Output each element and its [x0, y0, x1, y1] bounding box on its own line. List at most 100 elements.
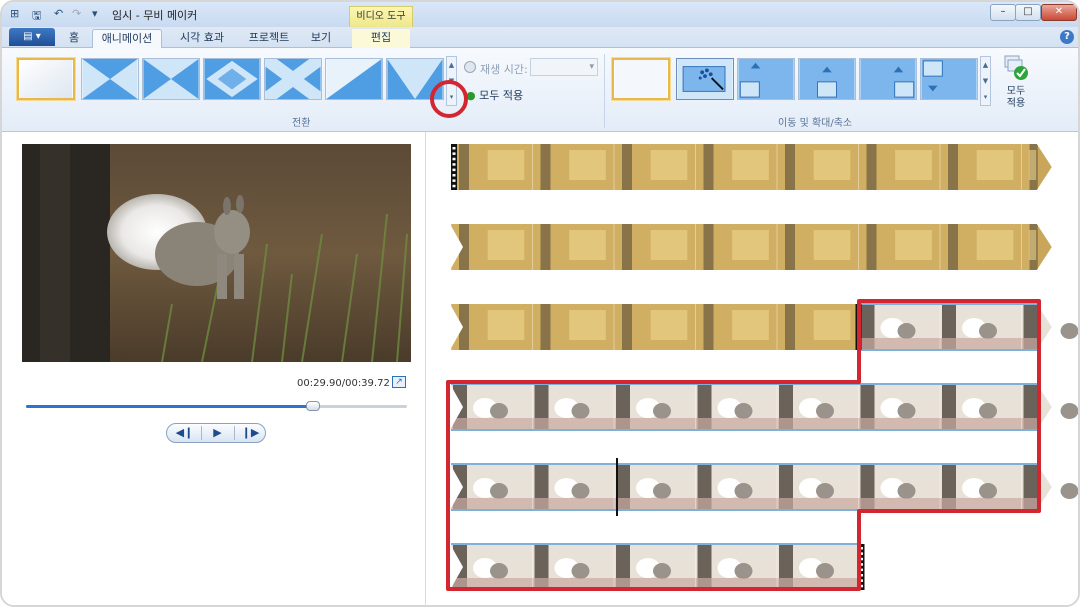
transition-none-thumbnail[interactable] — [17, 58, 75, 100]
transition-diagonal-wipe-thumbnail[interactable] — [325, 58, 383, 100]
apply-all-stack-icon — [1004, 55, 1028, 80]
transition-bowtie-thumbnail[interactable] — [142, 58, 200, 100]
clip-frame-squirrel — [979, 403, 997, 419]
clip-frame-tree — [622, 224, 632, 270]
clip-frame-light — [650, 150, 688, 180]
sprocket-hole — [452, 147, 456, 150]
clip-frame-light — [569, 230, 606, 260]
storyboard-pane — [427, 132, 1080, 607]
pan-gallery-down-icon[interactable]: ▼ — [981, 73, 990, 89]
app-icon: ⊞ — [10, 7, 20, 20]
tab-home[interactable]: 홈 — [62, 29, 86, 48]
quick-access-dropdown-icon[interactable]: ▾ — [92, 7, 98, 20]
save-icon[interactable]: 🖫 — [32, 7, 41, 26]
tab-project[interactable]: 프로젝트 — [242, 29, 296, 48]
tab-view[interactable]: 보기 — [306, 29, 336, 48]
clip-frame-squirrel — [734, 563, 753, 579]
pan-zoom-gallery-scroll[interactable]: ▲ ▼ ▾ — [980, 56, 991, 106]
pan-gallery-more-icon[interactable]: ▾ — [981, 89, 990, 105]
clip-frame-ground — [940, 338, 1022, 350]
tab-edit[interactable]: 편집 — [352, 29, 410, 48]
clip-frame-light — [813, 230, 851, 260]
previous-frame-button[interactable]: ◀❙ — [168, 424, 201, 442]
pan-zoom-up-center-thumbnail[interactable] — [798, 58, 856, 100]
transition-diagonal-cross-thumbnail[interactable] — [81, 58, 139, 100]
clip-frame-squirrel — [734, 483, 753, 499]
time-readout: 00:29.90/00:39.72 — [297, 378, 390, 389]
clip-frame-squirrel — [571, 563, 590, 579]
close-button[interactable]: ✕ — [1041, 4, 1077, 21]
clip-frame-squirrel — [1060, 483, 1078, 499]
clip-frame-ground — [614, 418, 696, 430]
clip-frame-squirrel — [816, 403, 834, 419]
clip-frame-ground — [940, 498, 1022, 510]
seek-bar-thumb[interactable] — [305, 401, 320, 411]
duration-select[interactable]: ▾ — [530, 58, 598, 76]
sprocket-hole — [452, 152, 456, 155]
sprocket-hole — [452, 163, 456, 166]
clip-frame-tree — [866, 144, 877, 190]
storyboard-timeline[interactable] — [427, 132, 1080, 607]
clip-frame-ground — [451, 498, 533, 510]
clip-frame-light — [732, 230, 769, 260]
pan-zoom-up-left-thumbnail[interactable] — [737, 58, 795, 100]
movie-maker-window: ⊞ 🖫 ↶ ↷ ▾ 임시 - 무비 메이커 비디오 도구 – □ ✕ ▤ ▾ 홈… — [0, 0, 1080, 607]
clip-frame-tree — [703, 144, 714, 190]
minimize-button[interactable]: – — [990, 4, 1016, 21]
video-preview[interactable] — [22, 144, 411, 362]
clip-frame-squirrel — [490, 563, 508, 579]
duration-label: 재생 시간: — [480, 63, 528, 76]
clip-frame-tree — [540, 144, 551, 190]
tab-visual-effects[interactable]: 시각 효과 — [172, 29, 232, 48]
pan-zoom-auto-thumbnail[interactable] — [676, 58, 734, 100]
clip-frame-tree — [785, 144, 795, 190]
pan-zoom-down-left-thumbnail[interactable] — [920, 58, 978, 100]
maximize-button[interactable]: □ — [1015, 4, 1041, 21]
apply-all-transitions-label: 모두 적용 — [479, 89, 524, 102]
next-frame-button[interactable]: ❙▶ — [234, 424, 267, 442]
clip-frame-tree — [459, 144, 469, 190]
transition-diamond-thumbnail[interactable] — [203, 58, 261, 100]
transitions-group-label: 전환 — [292, 118, 311, 129]
clip-frame-squirrel — [653, 563, 671, 579]
seek-bar[interactable] — [26, 401, 407, 411]
sprocket-hole — [452, 174, 456, 177]
clip-frame-light — [732, 150, 769, 180]
clip-frame-light — [895, 150, 932, 180]
clip-frame-ground — [695, 498, 777, 510]
clip-frame-squirrel — [734, 403, 753, 419]
apply-all-transitions-button[interactable]: ● 모두 적용 — [466, 87, 523, 103]
clip-frame-ground — [777, 418, 859, 430]
clip-frame-squirrel — [816, 483, 834, 499]
clip-frame-light — [487, 150, 525, 180]
help-icon[interactable]: ? — [1060, 30, 1074, 44]
clip-frame-squirrel — [653, 483, 671, 499]
clip-frame-light — [813, 310, 851, 340]
pan-zoom-up-right-thumbnail[interactable] — [859, 58, 917, 100]
film-sprocket — [451, 144, 457, 190]
pan-gallery-up-icon[interactable]: ▲ — [981, 57, 990, 73]
window-title: 임시 - 무비 메이커 — [112, 9, 198, 22]
play-button[interactable]: ▶ — [201, 424, 234, 442]
clip-frame-tree — [622, 304, 632, 350]
apply-all-pan-zoom-button[interactable]: 모두 적용 — [997, 54, 1035, 114]
clip-frame-light — [569, 310, 606, 340]
clip-frame-tree — [948, 224, 958, 270]
undo-icon[interactable]: ↶ — [54, 7, 63, 20]
transition-x-cross-thumbnail[interactable] — [264, 58, 322, 100]
app-menu-button[interactable]: ▤ ▾ — [9, 28, 55, 46]
fullscreen-icon[interactable]: ↗ — [392, 376, 406, 388]
playback-controls: ◀❙ ▶ ❙▶ — [166, 423, 266, 443]
clip-frame-tree — [785, 304, 795, 350]
clip-frame-squirrel — [571, 403, 590, 419]
pan-zoom-none-thumbnail[interactable] — [612, 58, 670, 100]
sprocket-hole — [452, 184, 456, 188]
redo-icon[interactable]: ↷ — [72, 7, 81, 20]
clip-frame-ground — [1021, 418, 1038, 430]
clip-frame-light — [1028, 230, 1037, 260]
gallery-up-icon[interactable]: ▲ — [447, 57, 456, 73]
sprocket-hole — [452, 157, 456, 161]
clip-frame-light — [487, 310, 525, 340]
clip-frame-squirrel — [979, 323, 997, 339]
tab-animations[interactable]: 애니메이션 — [92, 29, 162, 48]
